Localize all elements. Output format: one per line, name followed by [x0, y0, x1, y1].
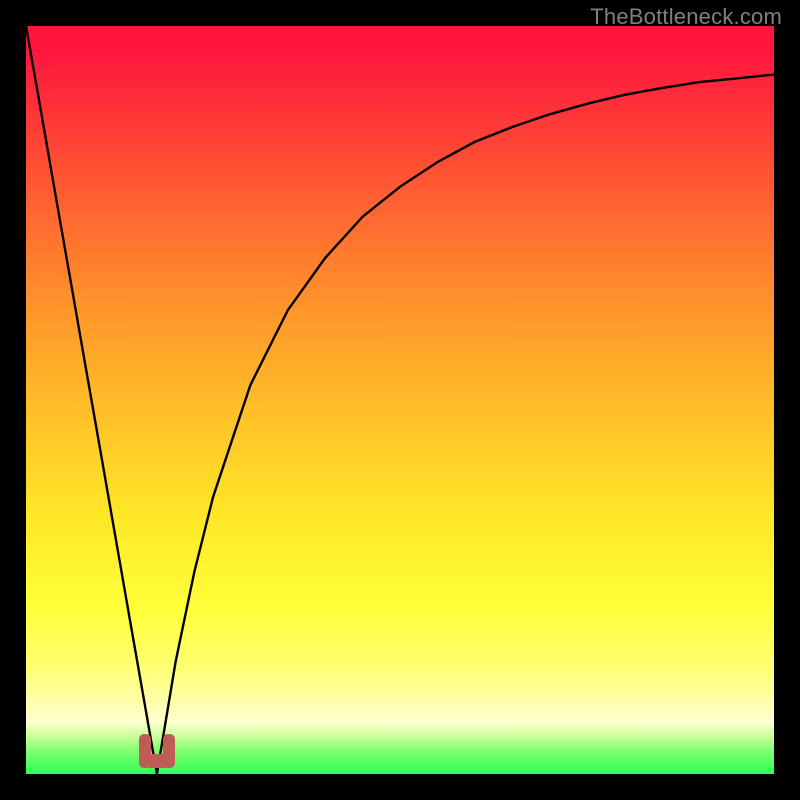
u-marker-base — [145, 754, 169, 768]
curve-right-branch — [157, 75, 774, 774]
chart-frame: TheBottleneck.com — [0, 0, 800, 800]
bottleneck-curve — [26, 26, 774, 774]
curve-left-branch — [26, 26, 157, 774]
watermark-text: TheBottleneck.com — [590, 4, 782, 30]
plot-area — [26, 26, 774, 774]
